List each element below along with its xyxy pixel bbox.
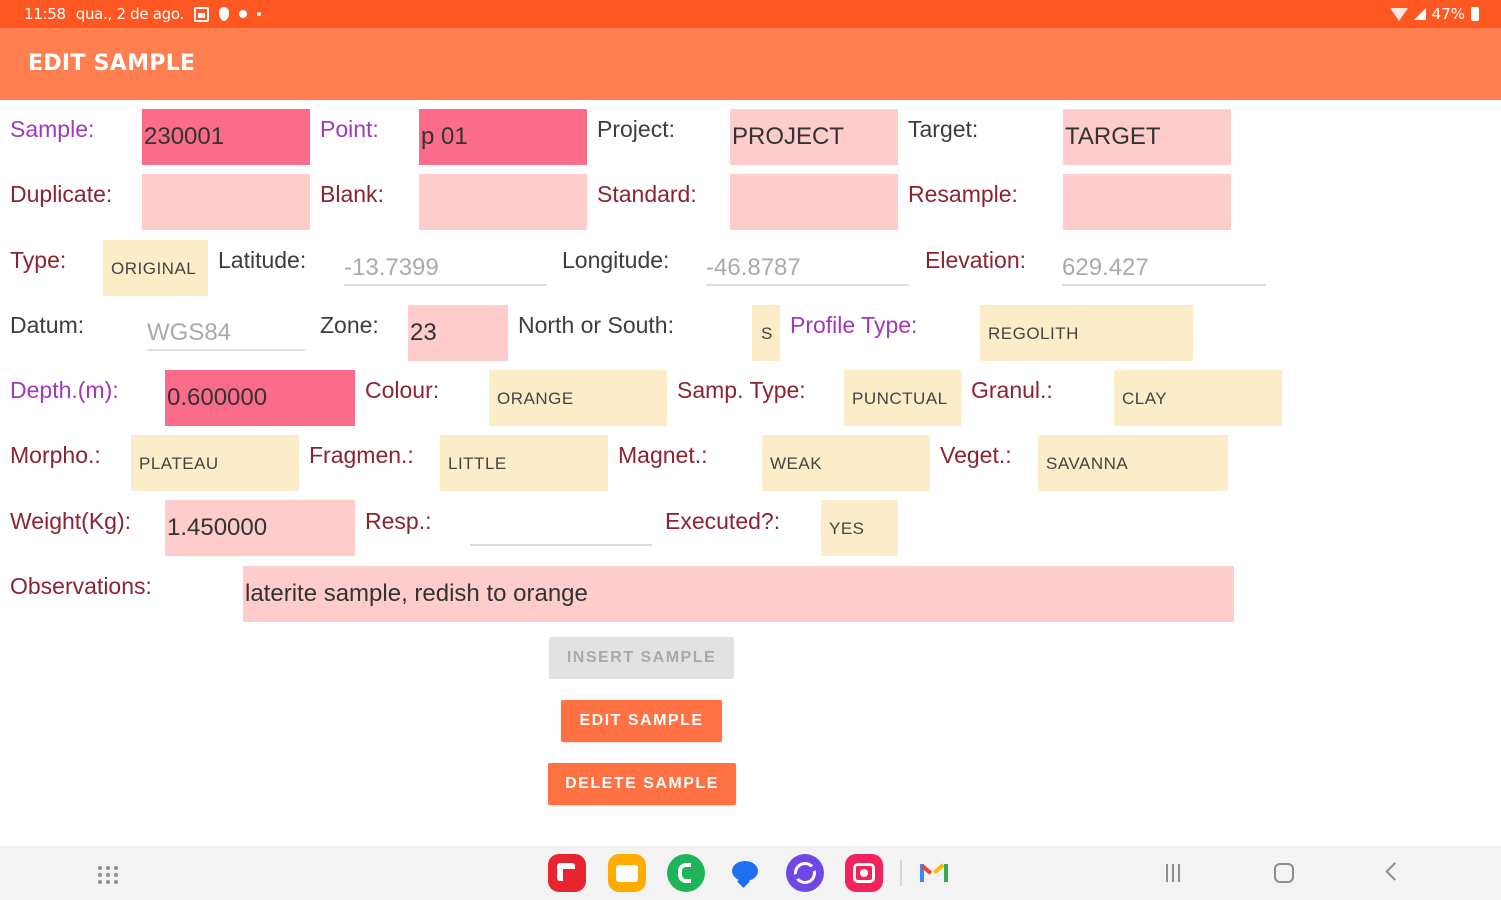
latitude-input[interactable]: -13.7399: [344, 250, 547, 286]
zone-label: Zone:: [320, 312, 379, 338]
more-dot-icon: [256, 12, 261, 16]
sample-label: Sample:: [10, 116, 95, 142]
dock-divider: [900, 860, 902, 886]
elevation-label: Elevation:: [925, 247, 1027, 273]
resample-label: Resample:: [908, 181, 1018, 207]
elevation-input[interactable]: 629.427: [1062, 250, 1266, 286]
navigation-bar: [0, 846, 1501, 900]
latitude-label: Latitude:: [218, 247, 307, 273]
granul-label: Granul.:: [971, 377, 1053, 403]
messages-icon[interactable]: [727, 854, 765, 892]
app-drawer-icon[interactable]: [98, 866, 120, 884]
gmail-icon[interactable]: [914, 854, 956, 892]
status-right: 47%: [1389, 5, 1479, 23]
status-bar: 11:58 qua., 2 de ago. 47%: [0, 0, 1501, 28]
weight-field[interactable]: 1.450000: [165, 500, 355, 556]
blank-field[interactable]: [419, 174, 587, 230]
colour-label: Colour:: [365, 377, 440, 403]
target-label: Target:: [908, 116, 979, 142]
duplicate-label: Duplicate:: [10, 181, 113, 207]
samp-type-spinner[interactable]: PUNCTUAL: [844, 370, 961, 426]
datum-label: Datum:: [10, 312, 85, 338]
north-south-label: North or South:: [518, 312, 674, 338]
north-south-spinner[interactable]: S: [752, 305, 780, 361]
location-pin-icon: [218, 7, 229, 21]
resp-input[interactable]: [470, 510, 652, 546]
project-label: Project:: [597, 116, 675, 142]
back-icon[interactable]: [1385, 862, 1404, 881]
internet-icon[interactable]: [786, 854, 824, 892]
page-title: EDIT SAMPLE: [28, 51, 196, 76]
type-spinner[interactable]: ORIGINAL: [103, 240, 208, 296]
notification-dot-icon: [238, 10, 247, 18]
flipboard-icon[interactable]: [548, 854, 586, 892]
zone-field[interactable]: 23: [408, 305, 508, 361]
veget-spinner[interactable]: SAVANNA: [1038, 435, 1228, 491]
home-icon[interactable]: [1274, 863, 1294, 883]
profile-type-spinner[interactable]: REGOLITH: [980, 305, 1193, 361]
type-label: Type:: [10, 247, 67, 273]
wifi-icon: [1389, 7, 1408, 21]
depth-field[interactable]: 0.600000: [165, 370, 355, 426]
longitude-label: Longitude:: [562, 247, 670, 273]
status-left: 11:58 qua., 2 de ago.: [24, 5, 261, 23]
magnet-spinner[interactable]: WEAK: [762, 435, 930, 491]
magnet-label: Magnet.:: [618, 442, 708, 468]
delete-sample-button[interactable]: DELETE SAMPLE: [548, 763, 736, 805]
edit-sample-button[interactable]: EDIT SAMPLE: [561, 700, 722, 742]
executed-spinner[interactable]: YES: [821, 500, 898, 556]
samp-type-label: Samp. Type:: [677, 377, 806, 403]
calendar-icon: [193, 6, 209, 22]
point-field[interactable]: p 01: [419, 109, 587, 165]
app-bar: EDIT SAMPLE: [0, 28, 1501, 100]
target-field[interactable]: TARGET: [1063, 109, 1231, 165]
phone-icon[interactable]: [667, 854, 705, 892]
my-files-icon[interactable]: [608, 854, 646, 892]
recents-icon[interactable]: [1166, 864, 1186, 882]
longitude-input[interactable]: -46.8787: [706, 250, 909, 286]
resample-field[interactable]: [1063, 174, 1231, 230]
blank-label: Blank:: [320, 181, 384, 207]
fragmen-spinner[interactable]: LITTLE: [440, 435, 608, 491]
morpho-spinner[interactable]: PLATEAU: [131, 435, 299, 491]
status-date: qua., 2 de ago.: [75, 5, 185, 23]
observations-label: Observations:: [10, 573, 152, 599]
datum-input[interactable]: WGS84: [147, 315, 305, 351]
profile-type-label: Profile Type:: [790, 312, 918, 338]
battery-percent: 47%: [1431, 5, 1465, 23]
signal-icon: [1413, 8, 1426, 20]
executed-label: Executed?:: [665, 508, 781, 534]
battery-icon: [1471, 7, 1479, 21]
morpho-label: Morpho.:: [10, 442, 101, 468]
duplicate-field[interactable]: [142, 174, 310, 230]
colour-spinner[interactable]: ORANGE: [489, 370, 667, 426]
standard-label: Standard:: [597, 181, 697, 207]
standard-field[interactable]: [730, 174, 898, 230]
insert-sample-button[interactable]: INSERT SAMPLE: [549, 637, 734, 679]
status-time: 11:58: [24, 5, 66, 23]
granul-spinner[interactable]: CLAY: [1114, 370, 1282, 426]
project-field[interactable]: PROJECT: [730, 109, 898, 165]
screen-recorder-icon[interactable]: [845, 854, 883, 892]
sample-field[interactable]: 230001: [142, 109, 310, 165]
veget-label: Veget.:: [940, 442, 1012, 468]
resp-label: Resp.:: [365, 508, 432, 534]
fragmen-label: Fragmen.:: [309, 442, 414, 468]
depth-label: Depth.(m):: [10, 377, 119, 403]
observations-field[interactable]: laterite sample, redish to orange: [243, 566, 1234, 622]
point-label: Point:: [320, 116, 379, 142]
weight-label: Weight(Kg):: [10, 508, 132, 534]
